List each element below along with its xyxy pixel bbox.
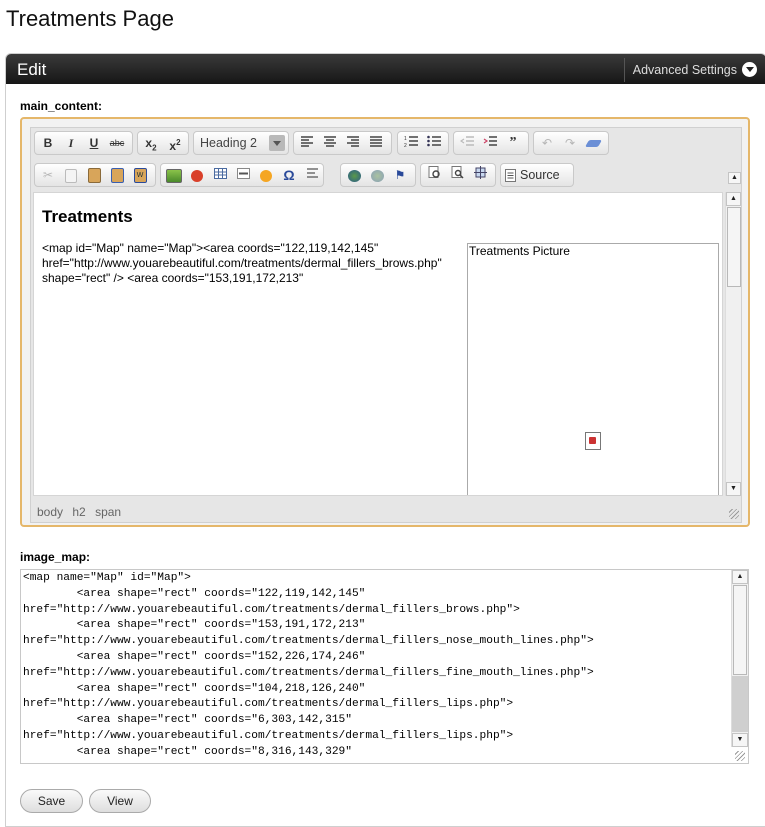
find-icon[interactable]: [424, 166, 444, 184]
chevron-down-icon: [269, 135, 285, 151]
chevron-down-icon: [742, 62, 757, 78]
source-button-label: Source: [520, 168, 560, 182]
view-button[interactable]: View: [89, 789, 151, 813]
editor-frame: B I U abc x2 x2 Heading 2 12 ” ↶ ↷ ✂ W Ω…: [30, 127, 742, 523]
toolbar-group-tools: [420, 163, 496, 187]
scroll-up-arrow[interactable]: ▲: [732, 570, 748, 584]
editor-content-area[interactable]: Treatments <map id="Map" name="Map"><are…: [33, 192, 723, 496]
bulleted-list-icon[interactable]: [424, 134, 444, 152]
scroll-thumb[interactable]: [727, 207, 741, 287]
align-justify-icon[interactable]: [366, 134, 386, 152]
scroll-thumb[interactable]: [733, 585, 747, 675]
textarea-scrollbar[interactable]: ▲ ▼: [731, 570, 748, 747]
subscript-icon[interactable]: x2: [141, 134, 161, 152]
special-char-icon[interactable]: Ω: [279, 166, 299, 184]
resize-grip-icon[interactable]: [735, 751, 745, 761]
editor-scrollbar[interactable]: ▲ ▼: [725, 192, 741, 496]
path-item[interactable]: h2: [72, 505, 85, 519]
treatments-picture-label: Treatments Picture: [469, 244, 570, 258]
edit-header-bar: Edit Advanced Settings: [6, 54, 765, 84]
cut-icon[interactable]: ✂: [38, 166, 58, 184]
italic-icon[interactable]: I: [61, 134, 81, 152]
content-body-text: <map id="Map" name="Map"><area coords="1…: [42, 241, 442, 285]
flash-icon[interactable]: [187, 166, 207, 184]
toolbar-collapse-button[interactable]: ▲: [728, 172, 741, 184]
superscript-icon[interactable]: x2: [165, 134, 185, 153]
unlink-icon[interactable]: [367, 166, 387, 184]
svg-text:1: 1: [404, 136, 407, 142]
copy-icon[interactable]: [61, 166, 81, 184]
scroll-down-arrow[interactable]: ▼: [732, 733, 748, 747]
toolbar-group-lists: 12: [397, 131, 449, 155]
strikethrough-icon[interactable]: abc: [107, 134, 127, 152]
format-combo-group: Heading 2: [193, 131, 289, 155]
advanced-settings-button[interactable]: Advanced Settings: [623, 58, 765, 82]
toolbar-group-clipboard: ✂ W: [34, 163, 156, 187]
anchor-flag-icon[interactable]: ⚑: [390, 166, 410, 184]
toolbar-group-history: ↶ ↷: [533, 131, 609, 155]
page-title: Treatments Page: [6, 6, 174, 31]
align-right-icon[interactable]: [343, 134, 363, 152]
scroll-up-arrow[interactable]: ▲: [726, 192, 741, 206]
rich-text-editor: B I U abc x2 x2 Heading 2 12 ” ↶ ↷ ✂ W Ω…: [20, 117, 750, 527]
broken-image-icon: [585, 432, 601, 450]
toolbar-group-align: [293, 131, 392, 155]
treatments-picture-box[interactable]: Treatments Picture: [467, 243, 719, 495]
outdent-icon[interactable]: [457, 134, 477, 152]
preview-icon[interactable]: [447, 166, 467, 184]
svg-text:2: 2: [404, 143, 407, 147]
bold-icon[interactable]: B: [38, 134, 58, 152]
image-map-textarea[interactable]: <map name="Map" id="Map"> <area shape="r…: [20, 569, 749, 764]
scroll-down-arrow[interactable]: ▼: [726, 482, 741, 496]
blockquote-icon[interactable]: ”: [503, 134, 523, 152]
path-item[interactable]: span: [95, 505, 121, 519]
content-heading: Treatments: [42, 207, 133, 226]
main-content-label: main_content:: [20, 99, 103, 113]
edit-title: Edit: [17, 60, 47, 79]
maximize-icon[interactable]: [470, 166, 490, 184]
format-select-value: Heading 2: [200, 136, 257, 150]
image-icon[interactable]: [164, 166, 184, 184]
document-icon: [505, 169, 516, 183]
redo-icon[interactable]: ↷: [560, 134, 580, 152]
toolbar-group-links: ⚑: [340, 163, 416, 187]
table-icon[interactable]: [210, 166, 230, 184]
source-button[interactable]: Source: [505, 166, 560, 184]
indent-icon[interactable]: [480, 134, 500, 152]
advanced-settings-label: Advanced Settings: [632, 63, 737, 77]
toolbar-group-source: Source: [500, 163, 574, 187]
align-left-icon[interactable]: [297, 134, 317, 152]
numbered-list-icon[interactable]: 12: [401, 134, 421, 152]
format-select[interactable]: Heading 2: [198, 134, 285, 152]
underline-icon[interactable]: U: [84, 134, 104, 152]
element-path-bar: body h2 span: [37, 505, 127, 519]
horizontal-rule-icon[interactable]: [233, 166, 253, 184]
toolbar-group-script: x2 x2: [137, 131, 189, 155]
toolbar-group-basic: B I U abc: [34, 131, 133, 155]
image-map-label: image_map:: [20, 550, 91, 564]
smiley-icon[interactable]: [256, 166, 276, 184]
link-icon[interactable]: [344, 166, 364, 184]
eraser-icon[interactable]: [583, 134, 603, 152]
scroll-track: [732, 676, 748, 732]
paste-from-word-icon[interactable]: W: [130, 166, 150, 184]
toolbar-group-indent: ”: [453, 131, 529, 155]
paste-text-icon[interactable]: [107, 166, 127, 184]
align-center-icon[interactable]: [320, 134, 340, 152]
paste-icon[interactable]: [84, 166, 104, 184]
undo-icon[interactable]: ↶: [537, 134, 557, 152]
path-item[interactable]: body: [37, 505, 63, 519]
save-button[interactable]: Save: [20, 789, 83, 813]
resize-grip-icon[interactable]: [729, 509, 739, 519]
page-break-icon[interactable]: [302, 166, 322, 184]
image-map-value: <map name="Map" id="Map"> <area shape="r…: [23, 572, 594, 758]
toolbar-group-insert: Ω: [160, 163, 324, 187]
